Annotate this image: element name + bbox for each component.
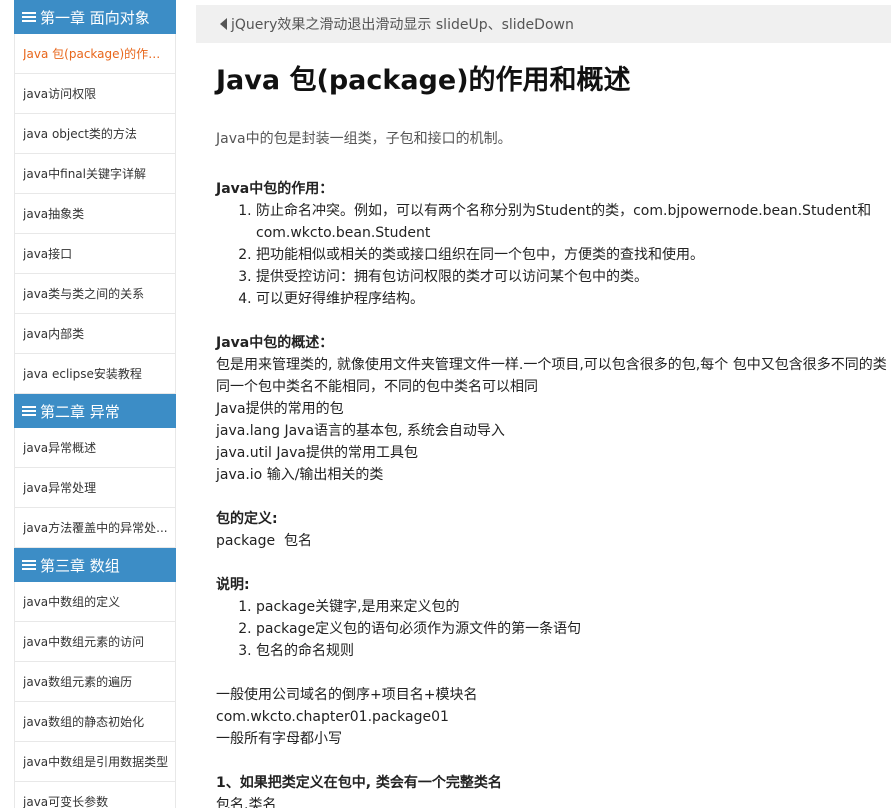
naming-line: 一般使用公司域名的倒序+项目名+模块名 bbox=[216, 687, 478, 703]
overview-line: 同一个包中类名不能相同，不同的包中类名可以相同 bbox=[216, 379, 538, 395]
naming-line: 一般所有字母都小写 bbox=[216, 731, 342, 747]
caret-left-icon bbox=[220, 18, 227, 30]
list-item: package定义包的语句必须作为源文件的第一条语句 bbox=[256, 618, 891, 640]
note-heading: 说明: bbox=[216, 577, 250, 593]
sidebar-item[interactable]: java方法覆盖中的异常处... bbox=[14, 508, 176, 548]
sidebar-item[interactable]: Java 包(package)的作用... bbox=[14, 34, 176, 74]
sidebar-rail: 第一章 面向对象 Java 包(package)的作用... java访问权限 … bbox=[14, 0, 176, 808]
role-heading: Java中包的作用： bbox=[216, 181, 334, 197]
sidebar-item[interactable]: java类与类之间的关系 bbox=[14, 274, 176, 314]
list-item: 提供受控访问：拥有包访问权限的类才可以访问某个包中的类。 bbox=[256, 266, 891, 288]
sidebar-item[interactable]: java访问权限 bbox=[14, 74, 176, 114]
definition-line: package 包名 bbox=[216, 533, 313, 549]
menu-icon bbox=[22, 11, 36, 23]
overview-line: java.io 输入/输出相关的类 bbox=[216, 467, 384, 483]
sidebar-item[interactable]: java数组元素的遍历 bbox=[14, 662, 176, 702]
sidebar-item[interactable]: java异常处理 bbox=[14, 468, 176, 508]
sidebar-item[interactable]: java抽象类 bbox=[14, 194, 176, 234]
overview-line: Java提供的常用的包 bbox=[216, 401, 344, 417]
role-list: 防止命名冲突。例如，可以有两个名称分别为Student的类，com.bjpowe… bbox=[216, 200, 891, 310]
chapter-header-3[interactable]: 第三章 数组 bbox=[14, 548, 176, 582]
list-item: 把功能相似或相关的类或接口组织在同一个包中，方便类的查找和使用。 bbox=[256, 244, 891, 266]
list-item: 可以更好得维护程序结构。 bbox=[256, 288, 891, 310]
sidebar-item[interactable]: java eclipse安装教程 bbox=[14, 354, 176, 394]
sidebar-item[interactable]: java可变长参数 bbox=[14, 782, 176, 808]
sidebar-item[interactable]: java接口 bbox=[14, 234, 176, 274]
sidebar-item[interactable]: java数组的静态初始化 bbox=[14, 702, 176, 742]
chapter-header-1[interactable]: 第一章 面向对象 bbox=[14, 0, 176, 34]
intro-text: Java中的包是封装一组类，子包和接口的机制。 bbox=[216, 131, 512, 147]
main-content: jQuery效果之滑动退出滑动显示 slideUp、slideDown Java… bbox=[196, 0, 891, 808]
article-body: Java中的包是封装一组类，子包和接口的机制。 Java中包的作用： 防止命名冲… bbox=[216, 128, 891, 808]
prev-article-link[interactable]: jQuery效果之滑动退出滑动显示 slideUp、slideDown bbox=[196, 5, 891, 43]
chapter-title: 第一章 面向对象 bbox=[40, 8, 150, 27]
list-item: package关键字,是用来定义包的 bbox=[256, 596, 891, 618]
list-item: 防止命名冲突。例如，可以有两个名称分别为Student的类，com.bjpowe… bbox=[256, 200, 891, 244]
chapter-header-2[interactable]: 第二章 异常 bbox=[14, 394, 176, 428]
list-item: 包名的命名规则 bbox=[256, 640, 891, 662]
note-list: package关键字,是用来定义包的 package定义包的语句必须作为源文件的… bbox=[216, 596, 891, 662]
sidebar-item[interactable]: java异常概述 bbox=[14, 428, 176, 468]
page-title: Java 包(package)的作用和概述 bbox=[216, 65, 631, 96]
overview-line: java.lang Java语言的基本包, 系统会自动导入 bbox=[216, 423, 505, 439]
chapter-title: 第三章 数组 bbox=[40, 556, 120, 575]
sidebar: 第一章 面向对象 Java 包(package)的作用... java访问权限 … bbox=[0, 0, 182, 808]
overview-line: 包是用来管理类的, 就像使用文件夹管理文件一样.一个项目,可以包含很多的包,每个… bbox=[216, 357, 887, 373]
prev-article-title: jQuery效果之滑动退出滑动显示 slideUp、slideDown bbox=[231, 17, 574, 33]
sidebar-item[interactable]: java中数组元素的访问 bbox=[14, 622, 176, 662]
sidebar-item[interactable]: java中数组的定义 bbox=[14, 582, 176, 622]
sidebar-item[interactable]: java中final关键字详解 bbox=[14, 154, 176, 194]
overview-line: java.util Java提供的常用工具包 bbox=[216, 445, 418, 461]
menu-icon bbox=[22, 405, 36, 417]
overview-heading: Java中包的概述： bbox=[216, 335, 334, 351]
sidebar-item[interactable]: java object类的方法 bbox=[14, 114, 176, 154]
menu-icon bbox=[22, 559, 36, 571]
chapter-title: 第二章 异常 bbox=[40, 402, 120, 421]
point1-line: 包名.类名 bbox=[216, 797, 277, 808]
point1-heading: 1、如果把类定义在包中, 类会有一个完整类名 bbox=[216, 775, 502, 791]
sidebar-item[interactable]: java中数组是引用数据类型 bbox=[14, 742, 176, 782]
sidebar-item[interactable]: java内部类 bbox=[14, 314, 176, 354]
naming-line: com.wkcto.chapter01.package01 bbox=[216, 709, 449, 725]
definition-heading: 包的定义: bbox=[216, 511, 278, 527]
